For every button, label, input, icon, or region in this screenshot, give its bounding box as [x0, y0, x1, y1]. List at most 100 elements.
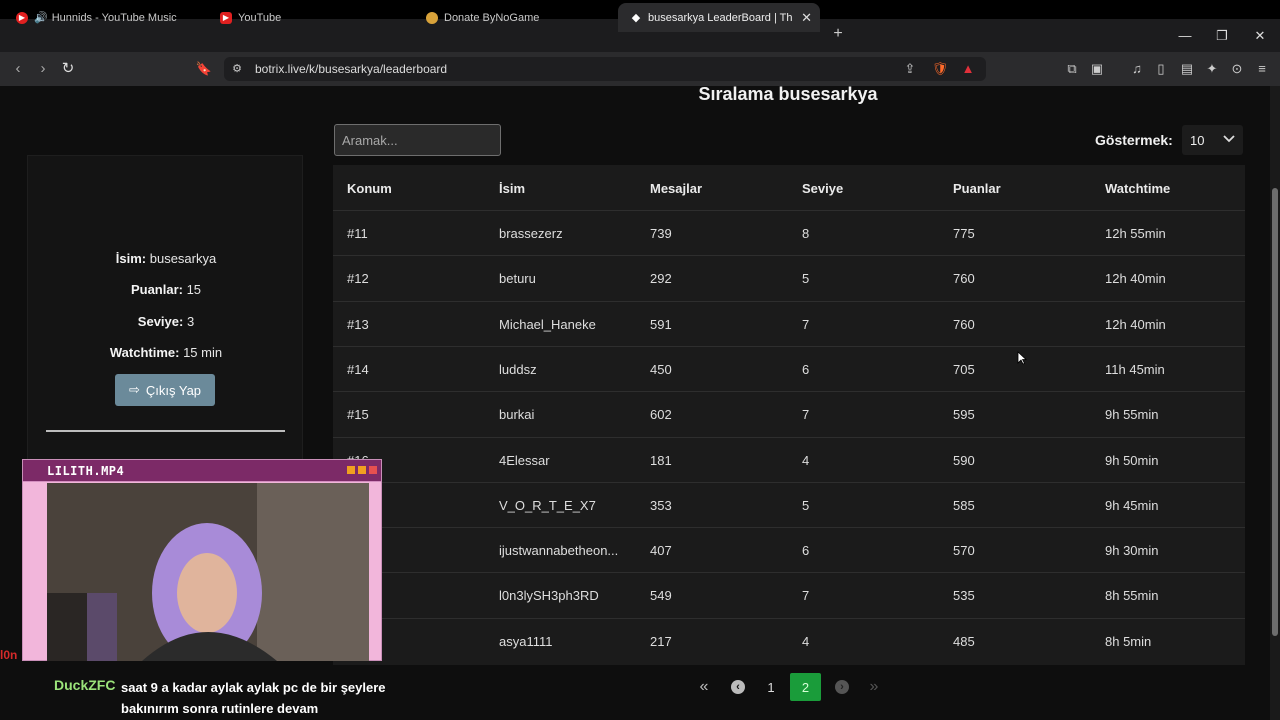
table-cell: luddsz	[499, 361, 537, 377]
table-cell: 591	[650, 316, 672, 332]
table-cell: 12h 40min	[1105, 316, 1166, 332]
table-cell: 7	[802, 316, 810, 332]
table-cell: 705	[953, 361, 975, 377]
current-page-button[interactable]: 2	[790, 673, 821, 701]
table-cell: 12h 55min	[1105, 226, 1166, 241]
prev-page-icon[interactable]: ‹	[728, 673, 748, 701]
table-cell: 9h 55min	[1105, 407, 1159, 423]
sign-out-icon: ⇨	[128, 382, 140, 397]
table-cell: 8h 55min	[1105, 588, 1159, 604]
bookmark-icon[interactable]: 🔖	[195, 60, 213, 78]
forward-icon[interactable]: ›	[33, 59, 53, 79]
share-icon[interactable]: ⇪	[901, 60, 919, 78]
restore-icon[interactable]: ❐	[1203, 19, 1241, 52]
sidebar-icon[interactable]: ▯	[1152, 60, 1170, 78]
table-cell: 585	[953, 497, 975, 513]
table-cell: V_O_R_T_E_X7	[499, 497, 596, 513]
table-cell: 181	[650, 452, 672, 468]
logout-label: Çıkış Yap	[145, 382, 202, 398]
search-input[interactable]	[334, 124, 501, 156]
back-icon[interactable]: ‹	[8, 59, 28, 79]
show-label: Göstermek:	[1095, 132, 1173, 148]
table-cell: 8	[802, 226, 810, 241]
url-text: botrix.live/k/busesarkya/leaderboard	[255, 62, 448, 76]
youtube-icon: ▶	[220, 11, 232, 24]
streamer-image	[47, 483, 369, 661]
webcam-overlay: LILITH.MP4	[22, 459, 382, 661]
stray-text: l0n	[0, 648, 18, 662]
profile-level: Seviye: 3	[137, 314, 195, 329]
music-icon[interactable]: ♫	[1128, 60, 1146, 78]
chat-message: saat 9 a kadar aylak aylak pc de bir şey…	[121, 680, 386, 716]
minimize-icon	[347, 466, 355, 474]
profile-name: İsim: busesarkya	[115, 251, 217, 266]
column-header: Watchtime	[1105, 181, 1171, 196]
minimize-icon[interactable]: —	[1166, 19, 1204, 52]
table-cell: 570	[953, 543, 975, 559]
table-cell: #14	[347, 361, 369, 377]
table-cell: 450	[650, 361, 672, 377]
tab-label: Donate ByNoGame	[444, 11, 540, 24]
extensions-icon[interactable]: ⧉	[1063, 60, 1081, 78]
next-page-icon[interactable]: ›	[832, 673, 852, 701]
table-cell: #15	[347, 407, 369, 423]
column-header: Mesajlar	[650, 181, 703, 196]
table-cell: 5	[802, 497, 810, 513]
table-cell: ijustwannabetheon...	[499, 543, 619, 559]
tab-capture-icon[interactable]: ▣	[1088, 60, 1106, 78]
close-tab-icon[interactable]: ✕	[801, 10, 812, 26]
table-cell: burkai	[499, 407, 535, 423]
page-button[interactable]: 1	[761, 673, 781, 701]
table-cell: 9h 45min	[1105, 497, 1159, 513]
table-cell: #13	[347, 316, 369, 332]
tab-label: Hunnids - YouTube Music	[51, 11, 177, 24]
brave-rewards-icon[interactable]: ▲	[959, 60, 977, 78]
table-cell: 485	[953, 633, 975, 649]
first-page-icon[interactable]: «	[694, 673, 714, 701]
new-tab-icon[interactable]: +	[829, 25, 847, 45]
tab-label: YouTube	[238, 11, 282, 24]
close-window-icon[interactable]: ✕	[1241, 19, 1279, 52]
tab-youtube[interactable]: ▶ YouTube	[208, 3, 408, 32]
profile-watchtime: Watchtime: 15 min	[109, 345, 223, 360]
page-title: Sıralama busesarkya	[698, 84, 878, 104]
overlay-titlebar: LILITH.MP4	[23, 460, 381, 482]
profile-card: İsim: busesarkya Puanlar: 15 Seviye: 3 W…	[27, 155, 303, 465]
chevron-down-icon	[1223, 135, 1235, 143]
table-cell: 7	[802, 407, 810, 423]
tab-label: busesarkya LeaderBoard | The bo	[648, 11, 792, 24]
table-cell: 595	[953, 407, 975, 423]
page-size-select[interactable]: 10	[1182, 125, 1243, 155]
reload-icon[interactable]: ↻	[58, 59, 78, 79]
brave-shield-icon[interactable]: 🛡	[931, 60, 949, 78]
divider	[46, 430, 285, 432]
wallet-icon[interactable]: ▤	[1178, 60, 1196, 78]
tab-leaderboard[interactable]: ◆ busesarkya LeaderBoard | The bo ✕	[618, 3, 820, 32]
leo-ai-icon[interactable]: ✦	[1203, 60, 1221, 78]
scrollbar-thumb[interactable]	[1272, 188, 1278, 636]
profile-points: Puanlar: 15	[130, 282, 202, 297]
table-cell: 4	[802, 452, 810, 468]
logout-button[interactable]: ⇨ Çıkış Yap	[115, 374, 215, 406]
tab-youtube-music[interactable]: ▶ 🔊 Hunnids - YouTube Music	[4, 3, 204, 32]
table-cell: 8h 5min	[1105, 633, 1152, 649]
table-cell: beturu	[499, 271, 536, 287]
table-cell: Michael_Haneke	[499, 316, 596, 332]
table-cell: 9h 30min	[1105, 543, 1159, 559]
menu-icon[interactable]: ≡	[1253, 60, 1271, 78]
table-cell: brassezerz	[499, 226, 563, 241]
table-cell: 760	[953, 271, 975, 287]
table-cell: l0n3lySH3ph3RD	[499, 588, 599, 604]
table-cell: 760	[953, 316, 975, 332]
table-cell: 549	[650, 588, 672, 604]
table-cell: 775	[953, 226, 975, 241]
maximize-icon	[358, 466, 366, 474]
last-page-icon[interactable]: »	[864, 673, 884, 701]
table-cell: 4Elessar	[499, 452, 550, 468]
site-info-icon[interactable]: ⚙	[228, 60, 246, 78]
table-cell: 4	[802, 633, 810, 649]
chat-username: DuckZFC	[54, 677, 116, 693]
column-header: Konum	[347, 181, 392, 196]
vpn-icon[interactable]: ⊙	[1228, 60, 1246, 78]
tab-bynogame[interactable]: Donate ByNoGame	[414, 3, 614, 32]
